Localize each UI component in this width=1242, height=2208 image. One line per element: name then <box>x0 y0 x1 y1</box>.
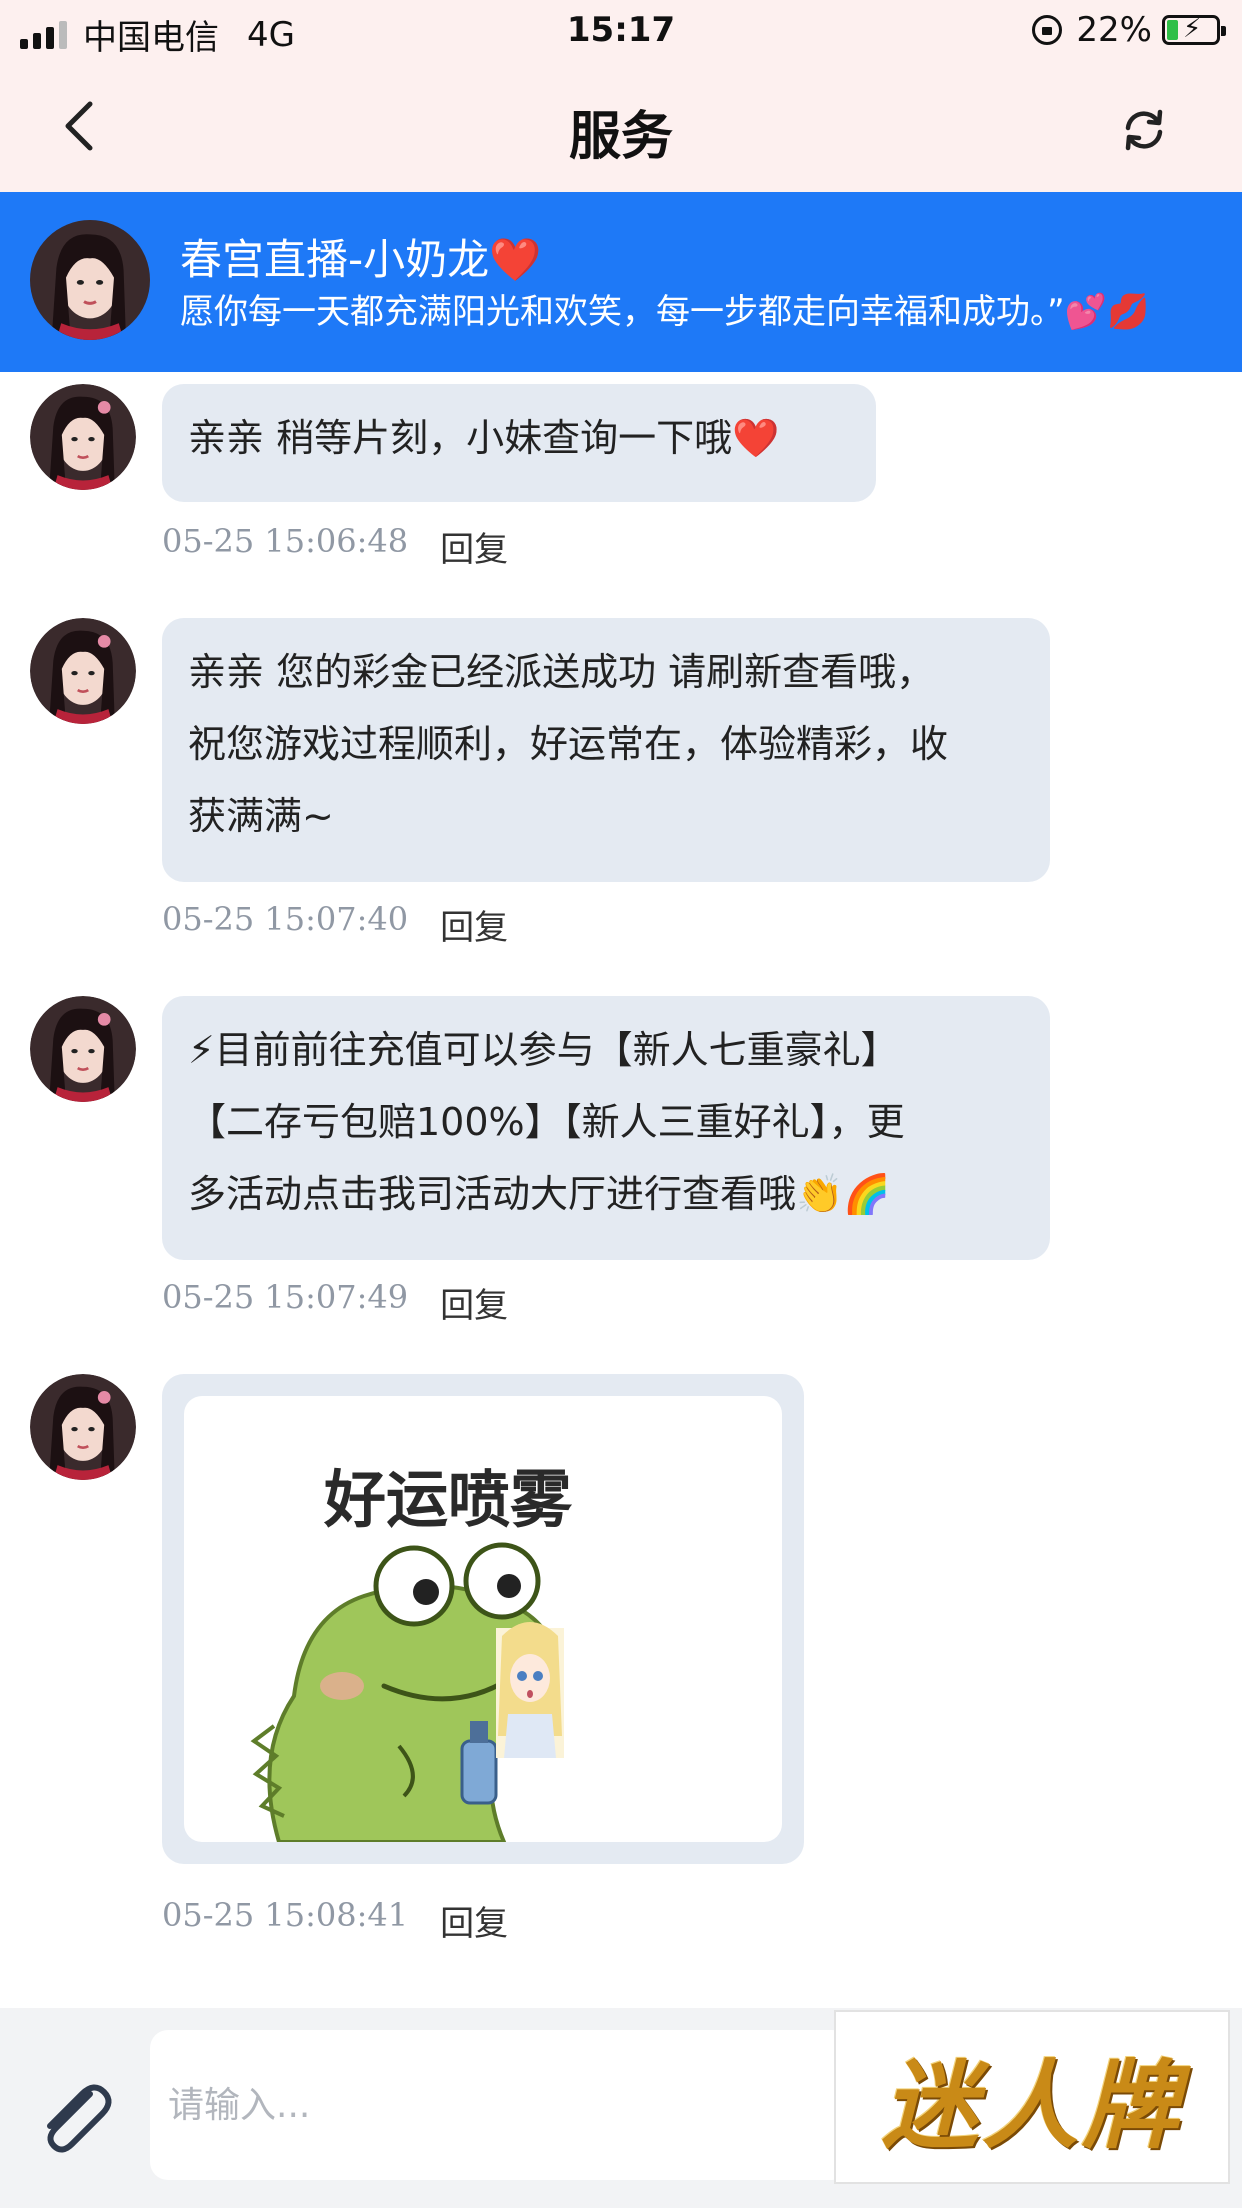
message-text-line: 多活动点击我司活动大厅进行查看哦👏🌈 <box>188 1172 891 1216</box>
avatar[interactable] <box>30 384 136 490</box>
charging-bolt-icon: ⚡ <box>1183 14 1202 44</box>
refresh-icon <box>1125 109 1163 151</box>
message-text-line: 祝您游戏过程顺利，好运常在，体验精彩，收 <box>188 722 949 766</box>
message-timestamp: 05-25 15:07:49 <box>162 1278 409 1316</box>
message-text: 亲亲 稍等片刻，小妹查询一下哦❤️ <box>188 416 780 460</box>
status-right: 22% ⚡ <box>1032 10 1226 50</box>
message-timestamp: 05-25 15:08:41 <box>162 1896 409 1934</box>
message-bubble: 亲亲 您的彩金已经派送成功 请刷新查看哦， 祝您游戏过程顺利，好运常在，体验精彩… <box>162 618 1050 882</box>
page-title: 服务 <box>568 107 673 167</box>
message-meta: 05-25 15:07:49 回复 <box>162 1278 508 1327</box>
message-meta: 05-25 15:08:41 回复 <box>162 1896 508 1945</box>
agent-avatar <box>30 220 150 340</box>
paperclip-icon <box>47 2084 112 2153</box>
battery-percent: 22% <box>1076 10 1152 50</box>
status-bar: 中国电信 4G 15:17 22% ⚡ <box>0 0 1242 66</box>
reply-button[interactable]: 回复 <box>440 1278 508 1327</box>
message-timestamp: 05-25 15:07:40 <box>162 900 409 938</box>
reply-button[interactable]: 回复 <box>440 1896 508 1945</box>
message-bubble: 亲亲 稍等片刻，小妹查询一下哦❤️ <box>162 384 876 502</box>
avatar[interactable] <box>30 1374 136 1480</box>
attach-button[interactable] <box>32 2074 118 2160</box>
battery-fill <box>1167 20 1178 40</box>
message-text-line: 获满满~ <box>188 794 334 838</box>
brand-watermark: 迷人牌 <box>834 2010 1230 2184</box>
battery-icon: ⚡ <box>1162 14 1226 45</box>
brand-text: 迷人牌 <box>882 2048 1182 2162</box>
message-meta: 05-25 15:06:48 回复 <box>162 522 508 571</box>
refresh-button[interactable] <box>1116 102 1172 158</box>
message-bubble: ⚡目前前往充值可以参与【新人七重豪礼】 【二存亏包赔100%】【新人三重好礼】，… <box>162 996 1050 1260</box>
message-timestamp: 05-25 15:06:48 <box>162 522 409 560</box>
message-text-line: 亲亲 您的彩金已经派送成功 请刷新查看哦， <box>188 650 935 694</box>
agent-banner: 春宫直播-小奶龙❤️ 愿你每一天都充满阳光和欢笑，每一步都走向幸福和成功。”💕💋 <box>0 192 1242 372</box>
sticker-caption: 好运喷雾 <box>323 1463 573 1536</box>
sticker-image[interactable]: 好运喷雾 <box>184 1396 782 1842</box>
reply-button[interactable]: 回复 <box>440 522 508 571</box>
message-input[interactable] <box>150 2030 850 2180</box>
orientation-lock-icon <box>1032 15 1063 45</box>
message-meta: 05-25 15:07:40 回复 <box>162 900 508 949</box>
reply-button[interactable]: 回复 <box>440 900 508 949</box>
image-message-bubble[interactable]: 好运喷雾 <box>162 1374 804 1864</box>
nav-bar: 服务 <box>0 66 1242 192</box>
message-text-line: 【二存亏包赔100%】【新人三重好礼】，更 <box>188 1100 905 1144</box>
agent-motto: 愿你每一天都充满阳光和欢笑，每一步都走向幸福和成功。”💕💋 <box>180 292 1150 332</box>
message-text-line: ⚡目前前往充值可以参与【新人七重豪礼】 <box>188 1028 899 1072</box>
avatar[interactable] <box>30 618 136 724</box>
avatar[interactable] <box>30 996 136 1102</box>
agent-name: 春宫直播-小奶龙❤️ <box>180 235 542 284</box>
